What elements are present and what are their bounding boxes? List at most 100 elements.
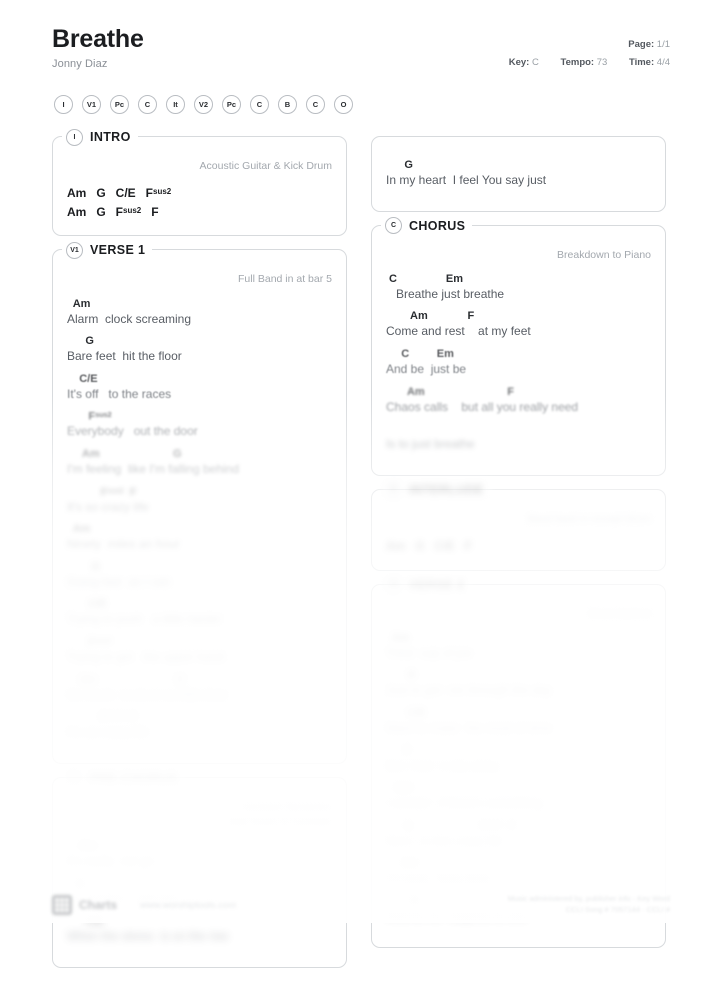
roadmap-badge-outro-10[interactable]: O	[334, 95, 353, 114]
time-group: Time: 4/4	[629, 57, 670, 68]
chorus-chords-3: Am F	[386, 385, 514, 398]
roadmap-badge-pre-chorus-2[interactable]: Pc	[110, 95, 129, 114]
verse-1-line-6: Am Ninety miles an hour	[67, 523, 332, 553]
section-title-interlude: INTERLUDE	[409, 482, 484, 497]
section-title-pre-chorus: PRE-CHORUS	[90, 770, 178, 785]
roadmap-badge-verse-2-5[interactable]: V2	[194, 95, 213, 114]
verse-2-line-1: G Just to get me through the day	[386, 669, 651, 699]
section-pre-chorus: Pc PRE-CHORUS Increase Dynamics Add Snar…	[52, 766, 347, 968]
section-note-verse-1: Full Band in at bar 5	[238, 273, 332, 286]
chorus-line-1: Am F Come and rest at my feet	[386, 310, 651, 340]
roadmap-badge-chorus-7[interactable]: C	[250, 95, 269, 114]
verse-1-chords-3: Fsus2	[67, 410, 112, 423]
section-title-chorus: CHORUS	[409, 218, 466, 233]
musical-meta: Key: C Tempo: 73 Time: 4/4	[509, 54, 670, 72]
verse-2-lyrics-0: Third cup of joe	[386, 645, 473, 660]
roadmap-badge-bridge-8[interactable]: B	[278, 95, 297, 114]
chorus-lyrics-4: Is to just breathe	[386, 437, 475, 452]
pre-chorus-line-2: C/E When the stress is on the rise	[67, 915, 332, 945]
verse-1-line-5: Fsus2 F It's so crazy life	[67, 486, 332, 516]
pre-chorus-tail-line-0: G In my heart I feel You say just	[386, 159, 651, 189]
section-badge-verse-2: V2	[385, 576, 402, 594]
roadmap-badge-chorus-3[interactable]: C	[138, 95, 157, 114]
verse-1-lyrics-5: It's so crazy life	[67, 499, 149, 514]
column-right: G In my heart I feel You say just C CHORU…	[371, 136, 666, 961]
verse-1-line-3: Fsus2 Everybody out the door	[67, 410, 332, 440]
section-verse-2-header: V2 VERSE 2	[381, 573, 472, 596]
verse-1-line-8: C/E Trying to push a little harder	[67, 598, 332, 628]
section-badge-pre-chorus: Pc	[66, 769, 83, 787]
copyright-block: Music administered by, publisher info - …	[508, 893, 670, 916]
brand-url: www.worshiptools.com	[140, 899, 237, 911]
roadmap-badge-pre-chorus-6[interactable]: Pc	[222, 95, 241, 114]
roadmap-badge-intro-0[interactable]: I	[54, 95, 73, 114]
brand-name: Charts	[79, 898, 118, 912]
verse-2-line-4: Am I wonder if there's something	[386, 782, 651, 812]
roadmap-badge-verse-1-1[interactable]: V1	[82, 95, 101, 114]
document-footer: Charts www.worshiptools.com Music admini…	[52, 893, 670, 916]
verse-1-chords-2: C/E	[67, 372, 98, 385]
verse-2-line-2: C/E Want to make the most of time	[386, 707, 651, 737]
chart-columns: I INTRO Acoustic Guitar & Kick Drum Am G…	[52, 126, 670, 981]
verse-2-chords-4: Am	[386, 782, 413, 795]
copyright-line-2: CCLI Song # 7057144 · CCLI #	[565, 904, 670, 914]
page-value: 1/1	[656, 39, 670, 50]
chorus-lyrics-0: Breathe just breathe	[386, 286, 505, 301]
song-artist: Jonny Diaz	[52, 58, 108, 71]
interlude-chord-row-0: Am G C/E F	[386, 539, 473, 553]
verse-1-line-0: Am Alarm clock screaming	[67, 298, 332, 328]
roadmap-badge-chorus-9[interactable]: C	[306, 95, 325, 114]
pre-chorus-lyrics-2: When the stress is on the rise	[67, 929, 229, 944]
section-intro-header: I INTRO	[62, 126, 138, 148]
pre-chorus-chords-0: Am	[67, 840, 97, 853]
verse-2-chords-6: Am	[386, 857, 419, 870]
verse-1-lyrics-1: Bare feet hit the floor	[67, 349, 182, 364]
verse-1-lyrics-7: Going fast as I can	[67, 574, 171, 589]
tempo-label: Tempo:	[560, 57, 595, 69]
chorus-line-4: Is to just breathe	[386, 423, 651, 453]
page-label: Page:	[628, 39, 655, 50]
verse-1-line-7: G Going fast as I can	[67, 561, 332, 591]
verse-1-chords-11: Fsus2 F	[67, 711, 137, 724]
verse-2-line-3: F But I feel it slip away	[386, 745, 651, 775]
intro-chord-rows: Am G C/E Fsus2 Am G Fsus2 F	[67, 184, 332, 221]
verse-2-line-6: Am I'm busy busy busy	[386, 857, 651, 887]
verse-2-lyrics-1: Just to get me through the day	[386, 683, 552, 698]
time-value: 4/4	[656, 57, 670, 69]
pre-chorus-chords-2: C/E	[67, 915, 104, 928]
verse-1-lyrics-9: Trying to get the upper hand	[67, 649, 224, 664]
page-indicator: Page: 1/1	[509, 36, 670, 54]
document-meta: Page: 1/1 Key: C Tempo: 73 Time: 4/4	[509, 26, 670, 72]
pre-chorus-line-0: Am It's really not go	[67, 840, 332, 870]
verse-1-lyrics-11: It's so crazy life	[67, 725, 149, 740]
section-note-interlude: Band back in except Drum	[527, 512, 651, 525]
chorus-chords-1: Am F	[386, 310, 475, 323]
chorus-lyrics-1: Come and rest at my feet	[386, 324, 531, 339]
verse-2-lyrics-3: But I feel it slip away	[386, 758, 499, 773]
section-chorus-header: C CHORUS	[381, 214, 473, 237]
verse-1-lyrics-10: So much to do in so little time	[67, 687, 228, 702]
verse-2-line-0: Am Third cup of joe	[386, 632, 651, 662]
verse-2-chords-3: F	[386, 744, 412, 757]
section-intro: I INTRO Acoustic Guitar & Kick Drum Am G…	[52, 126, 347, 237]
verse-1-chords-0: Am	[67, 297, 91, 310]
section-badge-interlude: It	[385, 481, 402, 499]
key-group: Key: C	[509, 57, 539, 68]
section-note-pre-chorus-line-2: Add Snare & Cymbals	[228, 815, 332, 828]
chorus-chords-0: C Em	[386, 272, 464, 285]
verse-1-chords-6: Am	[67, 523, 91, 536]
time-label: Time:	[628, 57, 655, 69]
verse-2-chords-5: G Fsus2 F	[386, 819, 516, 833]
verse-1-lyrics-8: Trying to push a little harder	[67, 612, 222, 627]
verse-2-lyrics-2: Want to make the most of time	[386, 721, 552, 735]
verse-1-lines: Am Alarm clock screaming G Bare feet hit t…	[67, 298, 332, 741]
verse-1-chords-9: Fsus2	[67, 635, 112, 649]
verse-2-chords-1: G	[386, 669, 416, 682]
section-badge-verse-1: V1	[66, 241, 83, 259]
roadmap-badge-interlude-4[interactable]: It	[166, 95, 185, 114]
section-chorus: C CHORUS Breakdown to Piano C Em Breathe…	[371, 214, 666, 476]
section-pre-chorus-header: Pc PRE-CHORUS	[62, 766, 185, 789]
chorus-tail-lines: G In my heart I feel You say just	[386, 159, 651, 189]
tempo-group: Tempo: 73	[561, 57, 608, 68]
verse-2-lyrics-4: I wonder if there's something	[386, 796, 543, 811]
